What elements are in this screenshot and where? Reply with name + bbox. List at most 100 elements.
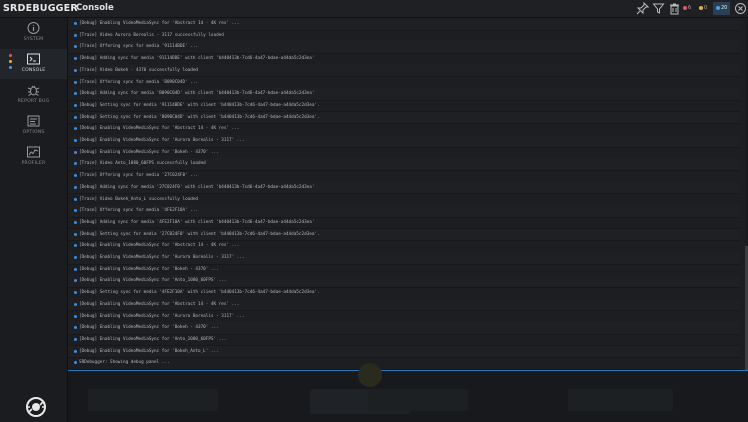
log-level-dot-icon [74,115,77,119]
log-entry[interactable]: [Debug] Enabling VideoMediaSync for 'Bok… [68,147,740,160]
sidebar-item-label: CONSOLE [21,68,46,73]
log-entry[interactable]: [Trace] Offering sync for media '4FE2F10… [68,205,740,218]
log-entry[interactable]: [Trace] Offering sync for media '91114BD… [68,41,740,54]
warning-count: 0 [704,5,708,11]
log-level-dot-icon [74,45,77,49]
log-entry[interactable]: [Debug] Setting sync for media 'B090C04D… [68,111,740,125]
log-entry[interactable]: [Debug] Enabling VideoMediaSync for 'Bok… [68,345,740,359]
log-message: [Debug] Enabling VideoMediaSync for 'Ant… [79,278,227,284]
log-level-dot-icon [74,139,77,142]
log-message: [Debug] Enabling VideoMediaSync for 'Aur… [79,255,245,260]
log-message: [Debug] Adding sync for media 'B090C04D'… [79,91,315,97]
console-log[interactable]: [Debug] Enabling VideoMediaSync for 'Abs… [68,18,748,370]
app-logo: SRDEBUGGER [3,3,78,14]
log-message: [Debug] Adding sync for media '91114BDE'… [79,56,315,62]
log-message: [Debug] Enabling VideoMediaSync for 'Bok… [79,325,219,331]
log-message: SRDebugger: Showing debug panel ... [79,360,170,366]
log-entry[interactable]: [Trace] Video Bokeh - 4370 successfully … [68,64,740,78]
info-icon [26,21,41,35]
log-message: [Trace] Offering sync for media '27C024F… [79,173,198,179]
log-level-dot-icon [74,197,77,201]
trash-icon[interactable] [668,2,681,15]
background-region [68,363,748,422]
log-level-dot-icon [74,33,77,37]
bug-icon [26,83,41,97]
srdebugger-logo-icon [25,396,47,418]
ghost-panel [568,389,673,411]
log-message: [Debug] Adding sync for media '4FE2F10A'… [79,219,315,225]
tab-options[interactable]: OPTIONS [0,111,67,141]
log-message: [Debug] Enabling VideoMediaSync for 'Aur… [79,313,245,319]
log-message: [Trace] Video Bokeh_Anto_L successfully … [79,196,198,202]
log-entry[interactable]: [Trace] Offering sync for media '27C024F… [68,170,740,183]
log-level-dot-icon [74,220,77,224]
log-entry[interactable]: [Debug] Enabling VideoMediaSync for 'Ant… [68,275,740,288]
log-message: [Debug] Setting sync for media '91114BDE… [79,102,320,108]
log-entry[interactable]: [Debug] Adding sync for media '27C024F0'… [68,181,740,195]
log-message: [Debug] Enabling VideoMediaSync for 'Bok… [79,348,219,354]
log-level-dot-icon [74,291,77,295]
log-message: [Debug] Enabling VideoMediaSync for 'Abs… [79,126,240,132]
log-level-dot-icon [74,256,77,259]
log-level-dot-icon [74,361,77,365]
log-message: [Debug] Enabling VideoMediaSync for 'Bok… [79,149,219,155]
log-entry[interactable]: [Debug] Enabling VideoMediaSync for 'Abs… [68,123,740,136]
warning-dot-icon [699,5,703,10]
log-message: [Trace] Offering sync for media 'B090C04… [79,79,198,85]
log-message: [Debug] Enabling VideoMediaSync for 'Aur… [79,138,245,143]
tab-profiler[interactable]: PROFILER [0,142,67,172]
log-entry[interactable]: SRDebugger: Showing debug panel ... [68,357,740,370]
log-level-dot-icon [74,232,77,236]
tab-system[interactable]: SYSTEM [0,18,67,48]
log-level-dot-icon [74,302,77,306]
page-title: Console [76,3,114,13]
warning-counter[interactable]: 0 [699,2,707,15]
log-entry[interactable]: [Debug] Adding sync for media 'B090C04D'… [68,88,740,101]
log-entry[interactable]: [Debug] Setting sync for media '4FE2F10A… [68,287,740,300]
sidebar: SYSTEM CONSOLE REPORT BUG OPTIONS PROFIL… [0,18,68,422]
ghost-panel [88,389,218,411]
sidebar-item-label: SYSTEM [23,37,44,42]
info-counter[interactable]: 20 [713,2,731,15]
log-entry[interactable]: [Debug] Enabling VideoMediaSync for 'Ant… [68,334,740,347]
log-entry[interactable]: [Debug] Adding sync for media '4FE2F10A'… [68,217,740,230]
log-level-dot-icon [74,209,77,213]
log-message: [Debug] Adding sync for media '27C024F0'… [79,184,315,190]
log-level-dot-icon [74,57,77,61]
log-entry[interactable]: [Debug] Adding sync for media '91114BDE'… [68,53,740,66]
log-level-dot-icon [74,127,77,131]
filter-icon[interactable] [652,2,665,15]
sidebar-item-label: OPTIONS [22,130,45,135]
pin-icon[interactable] [636,2,649,15]
log-entry[interactable]: [Debug] Enabling VideoMediaSync for 'Bok… [68,322,740,335]
log-message: [Debug] Setting sync for media 'B090C04D… [79,114,320,120]
log-level-dot-icon [74,267,77,271]
log-message: [Debug] Enabling VideoMediaSync for 'Abs… [79,243,240,249]
log-level-dot-icon [74,326,77,330]
log-entry[interactable]: [Debug] Setting sync for media '91114BDE… [68,100,740,113]
log-level-dot-icon [74,103,77,107]
tab-report-bug[interactable]: REPORT BUG [0,80,67,110]
log-entry[interactable]: [Debug] Enabling VideoMediaSync for 'Abs… [68,240,740,253]
log-entry[interactable]: [Trace] Video Aurora Borealis - 3117 suc… [68,30,740,43]
tab-console[interactable]: CONSOLE [0,49,67,79]
log-level-dot-icon [74,185,77,189]
error-counter[interactable]: 6 [683,2,691,15]
log-level-dot-icon [74,162,77,166]
log-level-dot-icon [74,150,77,154]
sidebar-item-label: PROFILER [21,161,46,166]
info-dot-icon [716,5,720,10]
top-bar: SRDEBUGGER Console 6 0 20 [0,0,748,18]
close-icon[interactable] [734,2,747,15]
log-entry[interactable]: [Debug] Enabling VideoMediaSync for 'Abs… [68,298,740,312]
error-count: 6 [688,5,692,11]
log-level-dot-icon [74,244,77,248]
log-entry[interactable]: [Debug] Setting sync for media '27C024F0… [68,228,740,242]
log-entry[interactable]: [Trace] Video Anto_1080_60FPS successful… [68,158,740,171]
log-level-dot-icon [74,337,77,341]
log-message: [Debug] Enabling VideoMediaSync for 'Ant… [79,336,227,342]
console-icon [26,52,41,66]
log-message: [Trace] Offering sync for media '4FE2F10… [79,208,198,214]
ghost-circle [358,363,382,387]
log-entry[interactable]: [Debug] Enabling VideoMediaSync for 'Bok… [68,264,740,277]
